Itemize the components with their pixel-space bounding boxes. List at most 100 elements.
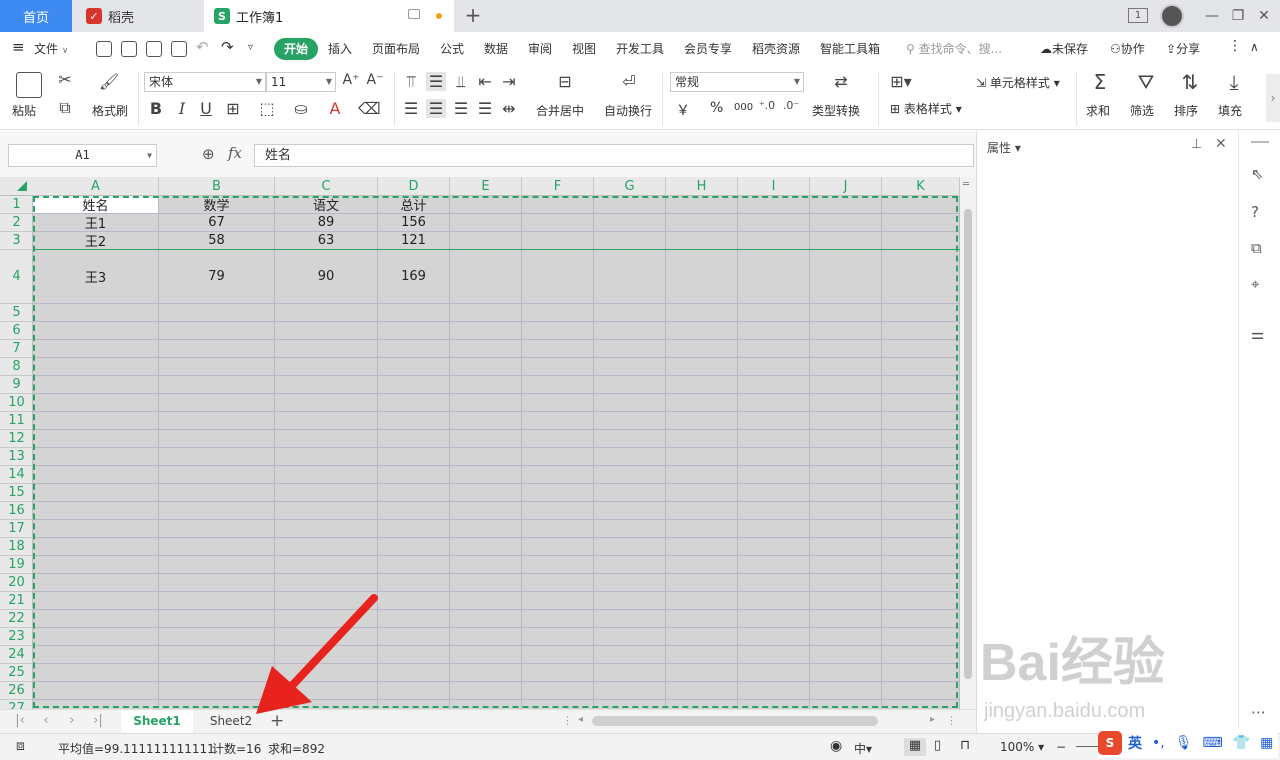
cell-j9[interactable] [810, 376, 882, 393]
name-box[interactable]: A1 ▼ [8, 144, 157, 167]
row-header-11[interactable]: 11 [0, 412, 33, 430]
cell-j15[interactable] [810, 484, 882, 501]
cell-j8[interactable] [810, 358, 882, 375]
cell-f8[interactable] [522, 358, 594, 375]
share-button[interactable]: ⇪分享 [1166, 40, 1200, 57]
menu-smart-toolbox[interactable]: 智能工具箱 [820, 40, 880, 57]
sheet-tab-2[interactable]: Sheet2 [196, 710, 266, 733]
cell-shading-icon[interactable]: ⬚ [256, 99, 278, 118]
cell-a7[interactable] [33, 340, 159, 357]
cell-f13[interactable] [522, 448, 594, 465]
cell-k15[interactable] [882, 484, 960, 501]
tab-splitter[interactable]: ⋮ [562, 714, 573, 727]
cell-e8[interactable] [450, 358, 522, 375]
avatar[interactable] [1160, 4, 1184, 28]
cell-a20[interactable] [33, 574, 159, 591]
cell-h8[interactable] [666, 358, 738, 375]
screen-pin-icon[interactable] [408, 9, 420, 19]
cell-c16[interactable] [275, 502, 378, 519]
border-icon[interactable]: ⊞ [222, 99, 244, 118]
cell-i11[interactable] [738, 412, 810, 429]
menu-insert[interactable]: 插入 [328, 40, 352, 57]
conditional-format-icon[interactable]: ⊞▾ [888, 72, 914, 91]
cell-f4[interactable] [522, 250, 594, 303]
cell-g15[interactable] [594, 484, 666, 501]
cell-style-button[interactable]: ⇲ 单元格样式 ▾ [976, 74, 1060, 91]
cell-b10[interactable] [159, 394, 275, 411]
spreadsheet-grid[interactable]: ABCDEFGHIJK 1 2 3 4 5 6 7 8 9 10 11 12 13 14 15 16 17 18 1… [0, 177, 976, 709]
cell-i16[interactable] [738, 502, 810, 519]
sogou-logo-icon[interactable]: S [1098, 731, 1122, 755]
copy-icon[interactable]: ⧉ [54, 98, 76, 118]
cell-c15[interactable] [275, 484, 378, 501]
increase-decimal-icon[interactable]: ⁺.0 [758, 99, 776, 112]
cell-h2[interactable] [666, 214, 738, 231]
cell-i20[interactable] [738, 574, 810, 591]
help-icon[interactable]: ? [1251, 203, 1259, 221]
menu-start[interactable]: 开始 [274, 38, 318, 60]
quick-access-dropdown-icon[interactable]: ▿ [248, 42, 253, 53]
cell-d10[interactable] [378, 394, 450, 411]
cell-c4[interactable]: 90 [275, 250, 378, 303]
cell-g2[interactable] [594, 214, 666, 231]
cell-e25[interactable] [450, 664, 522, 681]
cell-g23[interactable] [594, 628, 666, 645]
scroll-right-icon[interactable]: ▸ [930, 714, 935, 725]
row-header-21[interactable]: 21 [0, 592, 33, 610]
cell-a23[interactable] [33, 628, 159, 645]
menu-formula[interactable]: 公式 [440, 40, 464, 57]
cell-j17[interactable] [810, 520, 882, 537]
row-header-12[interactable]: 12 [0, 430, 33, 448]
cell-k21[interactable] [882, 592, 960, 609]
cell-f12[interactable] [522, 430, 594, 447]
cell-g6[interactable] [594, 322, 666, 339]
cell-h12[interactable] [666, 430, 738, 447]
percent-button[interactable]: % [710, 100, 723, 116]
cell-e23[interactable] [450, 628, 522, 645]
font-size-select[interactable]: 11 ▼ [266, 72, 336, 92]
unsaved-button[interactable]: ☁未保存 [1040, 40, 1088, 57]
cell-a24[interactable] [33, 646, 159, 663]
row-header-3[interactable]: 3 [0, 232, 33, 250]
print-icon[interactable] [146, 41, 162, 57]
cell-g19[interactable] [594, 556, 666, 573]
scroll-left-icon[interactable]: ◂ [578, 714, 583, 725]
cell-e5[interactable] [450, 304, 522, 321]
filter-icon[interactable]: ⛛ [1134, 70, 1158, 94]
cell-b24[interactable] [159, 646, 275, 663]
cell-g26[interactable] [594, 682, 666, 699]
cell-d23[interactable] [378, 628, 450, 645]
merge-center-button[interactable]: 合并居中 [536, 102, 584, 119]
cell-c25[interactable] [275, 664, 378, 681]
cell-a2[interactable]: 王1 [33, 214, 159, 232]
cell-g22[interactable] [594, 610, 666, 627]
row-header-10[interactable]: 10 [0, 394, 33, 412]
cell-d19[interactable] [378, 556, 450, 573]
cell-d5[interactable] [378, 304, 450, 321]
cell-d18[interactable] [378, 538, 450, 555]
page-layout-view-icon[interactable]: ▯ [934, 738, 941, 753]
cell-k12[interactable] [882, 430, 960, 447]
row-header-5[interactable]: 5 [0, 304, 33, 322]
cell-i3[interactable] [738, 232, 810, 249]
cell-e18[interactable] [450, 538, 522, 555]
cell-k23[interactable] [882, 628, 960, 645]
cell-h24[interactable] [666, 646, 738, 663]
ime-menu-icon[interactable]: ▦ [1260, 735, 1273, 751]
properties-title[interactable]: 属性 ▾ [987, 139, 1021, 156]
cell-g10[interactable] [594, 394, 666, 411]
cell-k2[interactable] [882, 214, 960, 231]
cell-a10[interactable] [33, 394, 159, 411]
paste-button[interactable]: 粘贴 [12, 102, 36, 119]
row-header-27[interactable]: 27 [0, 700, 33, 709]
cell-j3[interactable] [810, 232, 882, 249]
first-sheet-icon[interactable]: |‹ [12, 713, 28, 728]
column-header-k[interactable]: K [882, 177, 960, 196]
cell-e16[interactable] [450, 502, 522, 519]
row-header-25[interactable]: 25 [0, 664, 33, 682]
close-window-button[interactable]: ✕ [1252, 6, 1276, 26]
cell-i21[interactable] [738, 592, 810, 609]
menu-daoke-resources[interactable]: 稻壳资源 [752, 40, 800, 57]
cell-a22[interactable] [33, 610, 159, 627]
horizontal-scroll-thumb[interactable] [592, 716, 878, 726]
